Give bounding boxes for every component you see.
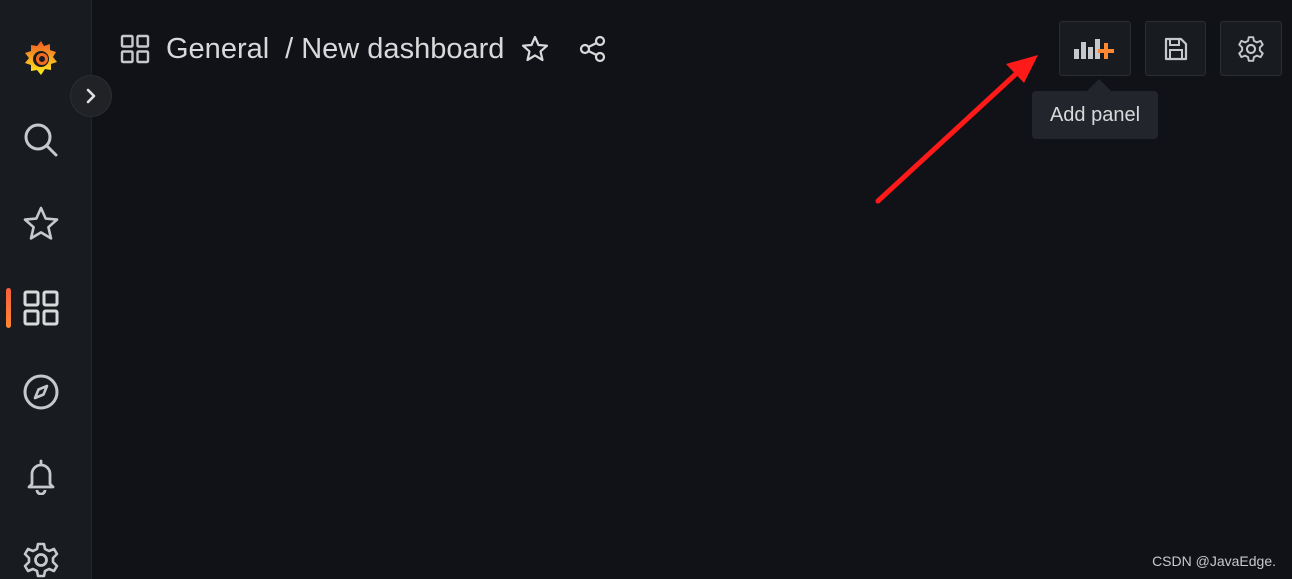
dashboards-icon [120,34,150,64]
bell-icon [27,459,55,495]
breadcrumb-separator: / [285,32,294,65]
add-panel-icon [1074,38,1114,59]
chevron-right-icon [86,88,96,104]
compass-icon [23,374,59,410]
gear-icon [23,542,59,578]
share-dashboard-button[interactable] [578,34,608,64]
sidebar-item-alerting[interactable] [0,446,82,506]
mark-as-favorite-button[interactable] [520,34,550,64]
add-panel-tooltip: Add panel [1032,91,1158,139]
breadcrumb-folder-link[interactable]: General [166,33,269,66]
sidebar-item-explore[interactable] [0,362,82,422]
watermark: CSDN @JavaEdge. [1152,553,1276,569]
sidebar-item-dashboards[interactable] [0,278,82,338]
grafana-logo-icon [25,41,57,75]
search-icon [24,123,58,157]
grafana-app: General / New dashboard Add panel CSDN @… [0,0,1292,579]
dashboard-title[interactable]: New dashboard [301,33,504,66]
dashboard-settings-button[interactable] [1220,21,1282,76]
tooltip-arrow [1087,79,1111,91]
sidebar-item-search[interactable] [0,110,82,170]
grafana-logo[interactable] [0,28,82,88]
sidebar-item-configuration[interactable] [0,530,82,579]
apps-icon [23,290,59,326]
expand-sidebar-button[interactable] [70,75,112,117]
save-icon [1164,37,1187,60]
sidebar-item-starred[interactable] [0,194,82,254]
star-icon [23,206,59,240]
gear-icon [1238,35,1264,62]
share-icon [580,35,606,63]
save-dashboard-button[interactable] [1145,21,1206,76]
star-icon [522,35,549,62]
add-panel-button[interactable] [1059,21,1131,76]
breadcrumb: General / New dashboard [120,28,608,70]
